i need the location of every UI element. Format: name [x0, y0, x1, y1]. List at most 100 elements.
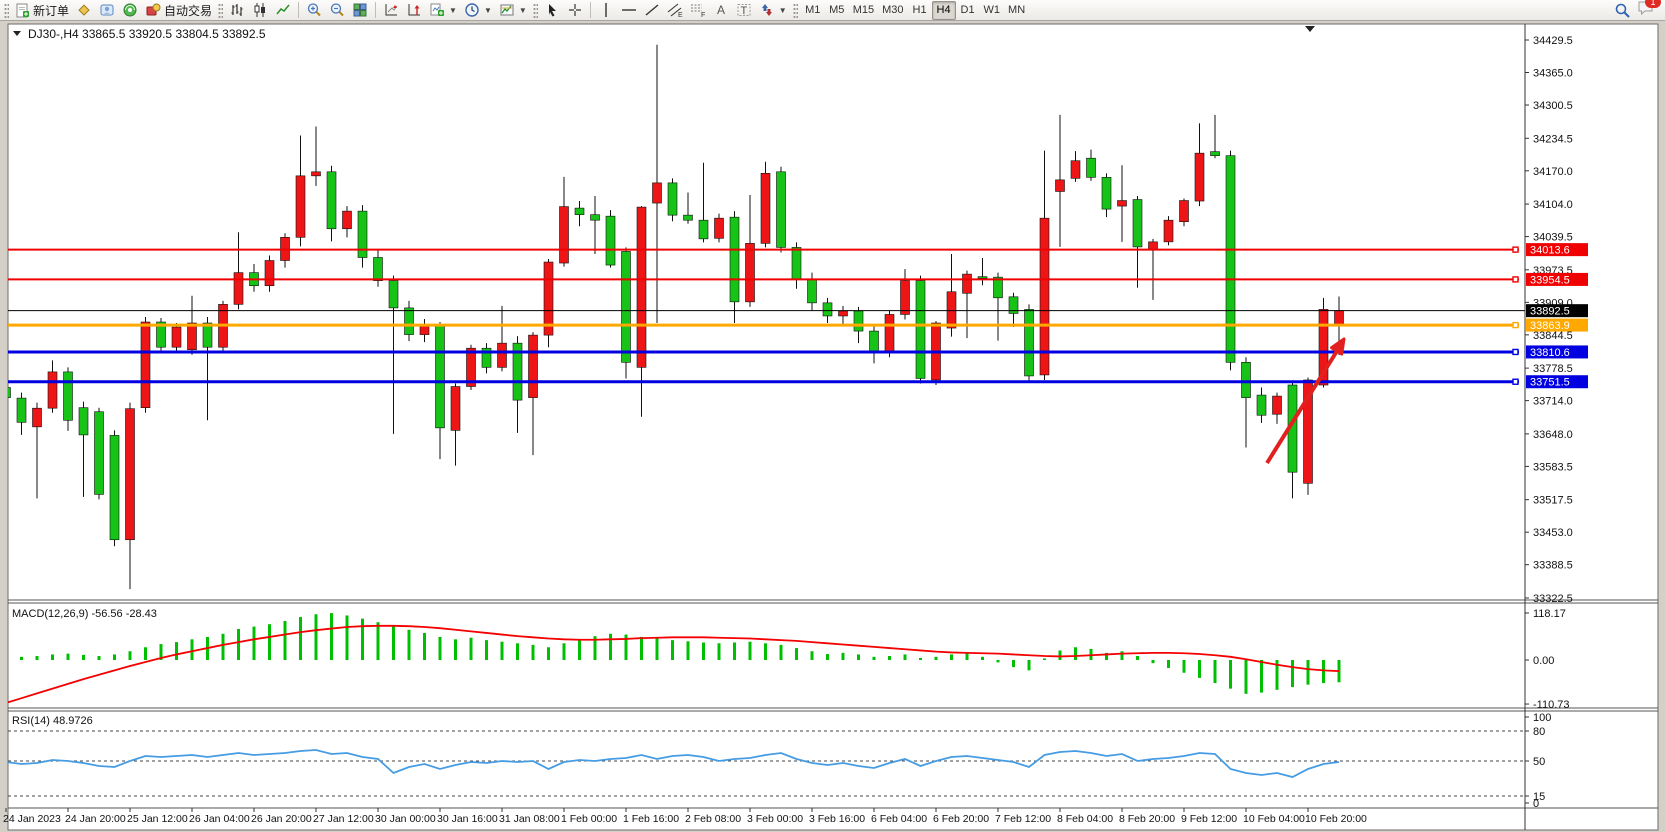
time-tick-label: 8 Feb 20:00: [1119, 813, 1175, 825]
toolbar-grip[interactable]: [793, 3, 798, 18]
price-label-text: 33863.9: [1530, 320, 1570, 332]
indicator-window-alt-button[interactable]: [403, 1, 425, 20]
bear-candle-body: [203, 323, 212, 347]
horizontal-line-tool-button[interactable]: [618, 1, 640, 20]
time-tick-label: 6 Feb 04:00: [871, 813, 927, 825]
bear-candle-body: [1242, 362, 1251, 397]
crosshair-icon: [567, 2, 583, 18]
line-chart-mode-button[interactable]: [272, 1, 294, 20]
new-order-button[interactable]: 新订单: [12, 1, 72, 20]
tile-windows-button[interactable]: [349, 1, 371, 20]
navigator-button[interactable]: [119, 1, 141, 20]
price-tick-label: 33714.0: [1533, 396, 1573, 408]
price-tick-label: 33778.5: [1533, 363, 1573, 375]
price-tick-label: 34039.5: [1533, 232, 1573, 244]
bar-chart-mode-button[interactable]: [226, 1, 248, 20]
vertical-line-tool-button[interactable]: [595, 1, 617, 20]
timeframe-button-h4[interactable]: H4: [932, 1, 956, 20]
line-handle[interactable]: [1513, 379, 1518, 384]
bull-candle-body: [234, 273, 243, 305]
timeframe-button-m1[interactable]: M1: [801, 1, 825, 20]
bull-candle-body: [1118, 201, 1127, 207]
template-button[interactable]: ▼: [496, 1, 530, 20]
timeframe-button-m5[interactable]: M5: [825, 1, 849, 20]
notifications-button[interactable]: 1: [1637, 0, 1655, 21]
time-tick-label: 3 Feb 00:00: [747, 813, 803, 825]
auto-trading-button[interactable]: 自动交易: [142, 1, 215, 20]
data-window-button[interactable]: [96, 1, 118, 20]
label-tool-button[interactable]: T: [733, 1, 755, 20]
new-order-label: 新订单: [33, 2, 69, 19]
bull-candle-body: [839, 311, 848, 316]
zoom-out-button[interactable]: [326, 1, 348, 20]
arrows-tool-button[interactable]: ▼: [756, 1, 790, 20]
bear-candle-body: [777, 172, 786, 248]
toolbar-separator: [298, 2, 299, 18]
bar-chart-icon: [229, 2, 245, 18]
line-handle[interactable]: [1513, 247, 1518, 252]
time-tick-label: 24 Jan 20:00: [65, 813, 126, 825]
zoom-in-button[interactable]: [303, 1, 325, 20]
crosshair-tool-button[interactable]: [564, 1, 586, 20]
time-tick-label: 26 Jan 04:00: [189, 813, 250, 825]
bear-candle-body: [327, 172, 336, 229]
line-handle[interactable]: [1513, 349, 1518, 354]
bull-candle-body: [188, 323, 197, 350]
timeframe-button-mn[interactable]: MN: [1004, 1, 1029, 20]
line-handle[interactable]: [1513, 323, 1518, 328]
toolbar-grip[interactable]: [4, 3, 9, 18]
price-label-text: 34013.6: [1530, 245, 1570, 257]
timeframe-button-d1[interactable]: D1: [956, 1, 980, 20]
bull-candle-body: [172, 327, 181, 347]
candle: [1164, 216, 1173, 245]
bear-candle-body: [854, 311, 863, 331]
price-line-label: 33863.9: [1526, 319, 1588, 333]
bull-candle-body: [963, 274, 972, 293]
period-selector-button[interactable]: ▼: [461, 1, 495, 20]
bull-candle-body: [33, 408, 42, 427]
rsi-tick-label: 80: [1533, 726, 1545, 738]
tile-windows-icon: [352, 2, 368, 18]
channel-letter: E: [678, 12, 683, 18]
timeframe-button-w1[interactable]: W1: [980, 1, 1005, 20]
toolbar-grip[interactable]: [533, 3, 538, 18]
bull-candle-body: [1335, 311, 1344, 325]
bull-candle-body: [715, 218, 724, 238]
cursor-tool-button[interactable]: [541, 1, 563, 20]
toolbar-grip[interactable]: [218, 3, 223, 18]
candle: [141, 317, 150, 413]
bull-candle-body: [1149, 242, 1158, 250]
chart-window[interactable]: DJ30-,H4 33865.5 33920.5 33804.5 33892.5…: [0, 22, 1665, 832]
channel-tool-button[interactable]: E: [664, 1, 686, 20]
market-watch-icon: [76, 2, 92, 18]
indicator-window-button[interactable]: [380, 1, 402, 20]
trendline-tool-button[interactable]: [641, 1, 663, 20]
add-indicator-button[interactable]: ▼: [426, 1, 460, 20]
bear-candle-body: [684, 215, 693, 220]
indicator-window-alt-icon: [406, 2, 422, 18]
rsi-tick-label: 0: [1533, 798, 1539, 810]
candle: [777, 167, 786, 253]
bear-candle-body: [405, 308, 414, 335]
timeframe-button-m30[interactable]: M30: [878, 1, 907, 20]
bull-candle-body: [141, 322, 150, 408]
toolbar-right-group: 1: [1614, 0, 1663, 21]
rsi-label: RSI(14) 48.9726: [12, 715, 93, 727]
text-tool-button[interactable]: A: [710, 1, 732, 20]
search-icon[interactable]: [1614, 2, 1631, 19]
line-handle[interactable]: [1513, 277, 1518, 282]
candlestick-icon: [252, 2, 268, 18]
candlestick-mode-button[interactable]: [249, 1, 271, 20]
price-line-label: 34013.6: [1526, 243, 1588, 257]
dropdown-arrow-icon: ▼: [484, 6, 492, 15]
fibonacci-tool-button[interactable]: F: [687, 1, 709, 20]
line-chart-icon: [275, 2, 291, 18]
market-watch-button[interactable]: [73, 1, 95, 20]
timeframe-button-h1[interactable]: H1: [908, 1, 932, 20]
price-tick-label: 33322.5: [1533, 593, 1573, 605]
timeframe-button-m15[interactable]: M15: [849, 1, 878, 20]
time-tick-label: 1 Feb 16:00: [623, 813, 679, 825]
notification-badge: 1: [1645, 0, 1661, 8]
price-label-text: 33751.5: [1530, 377, 1570, 389]
rsi-tick-label: 50: [1533, 756, 1545, 768]
